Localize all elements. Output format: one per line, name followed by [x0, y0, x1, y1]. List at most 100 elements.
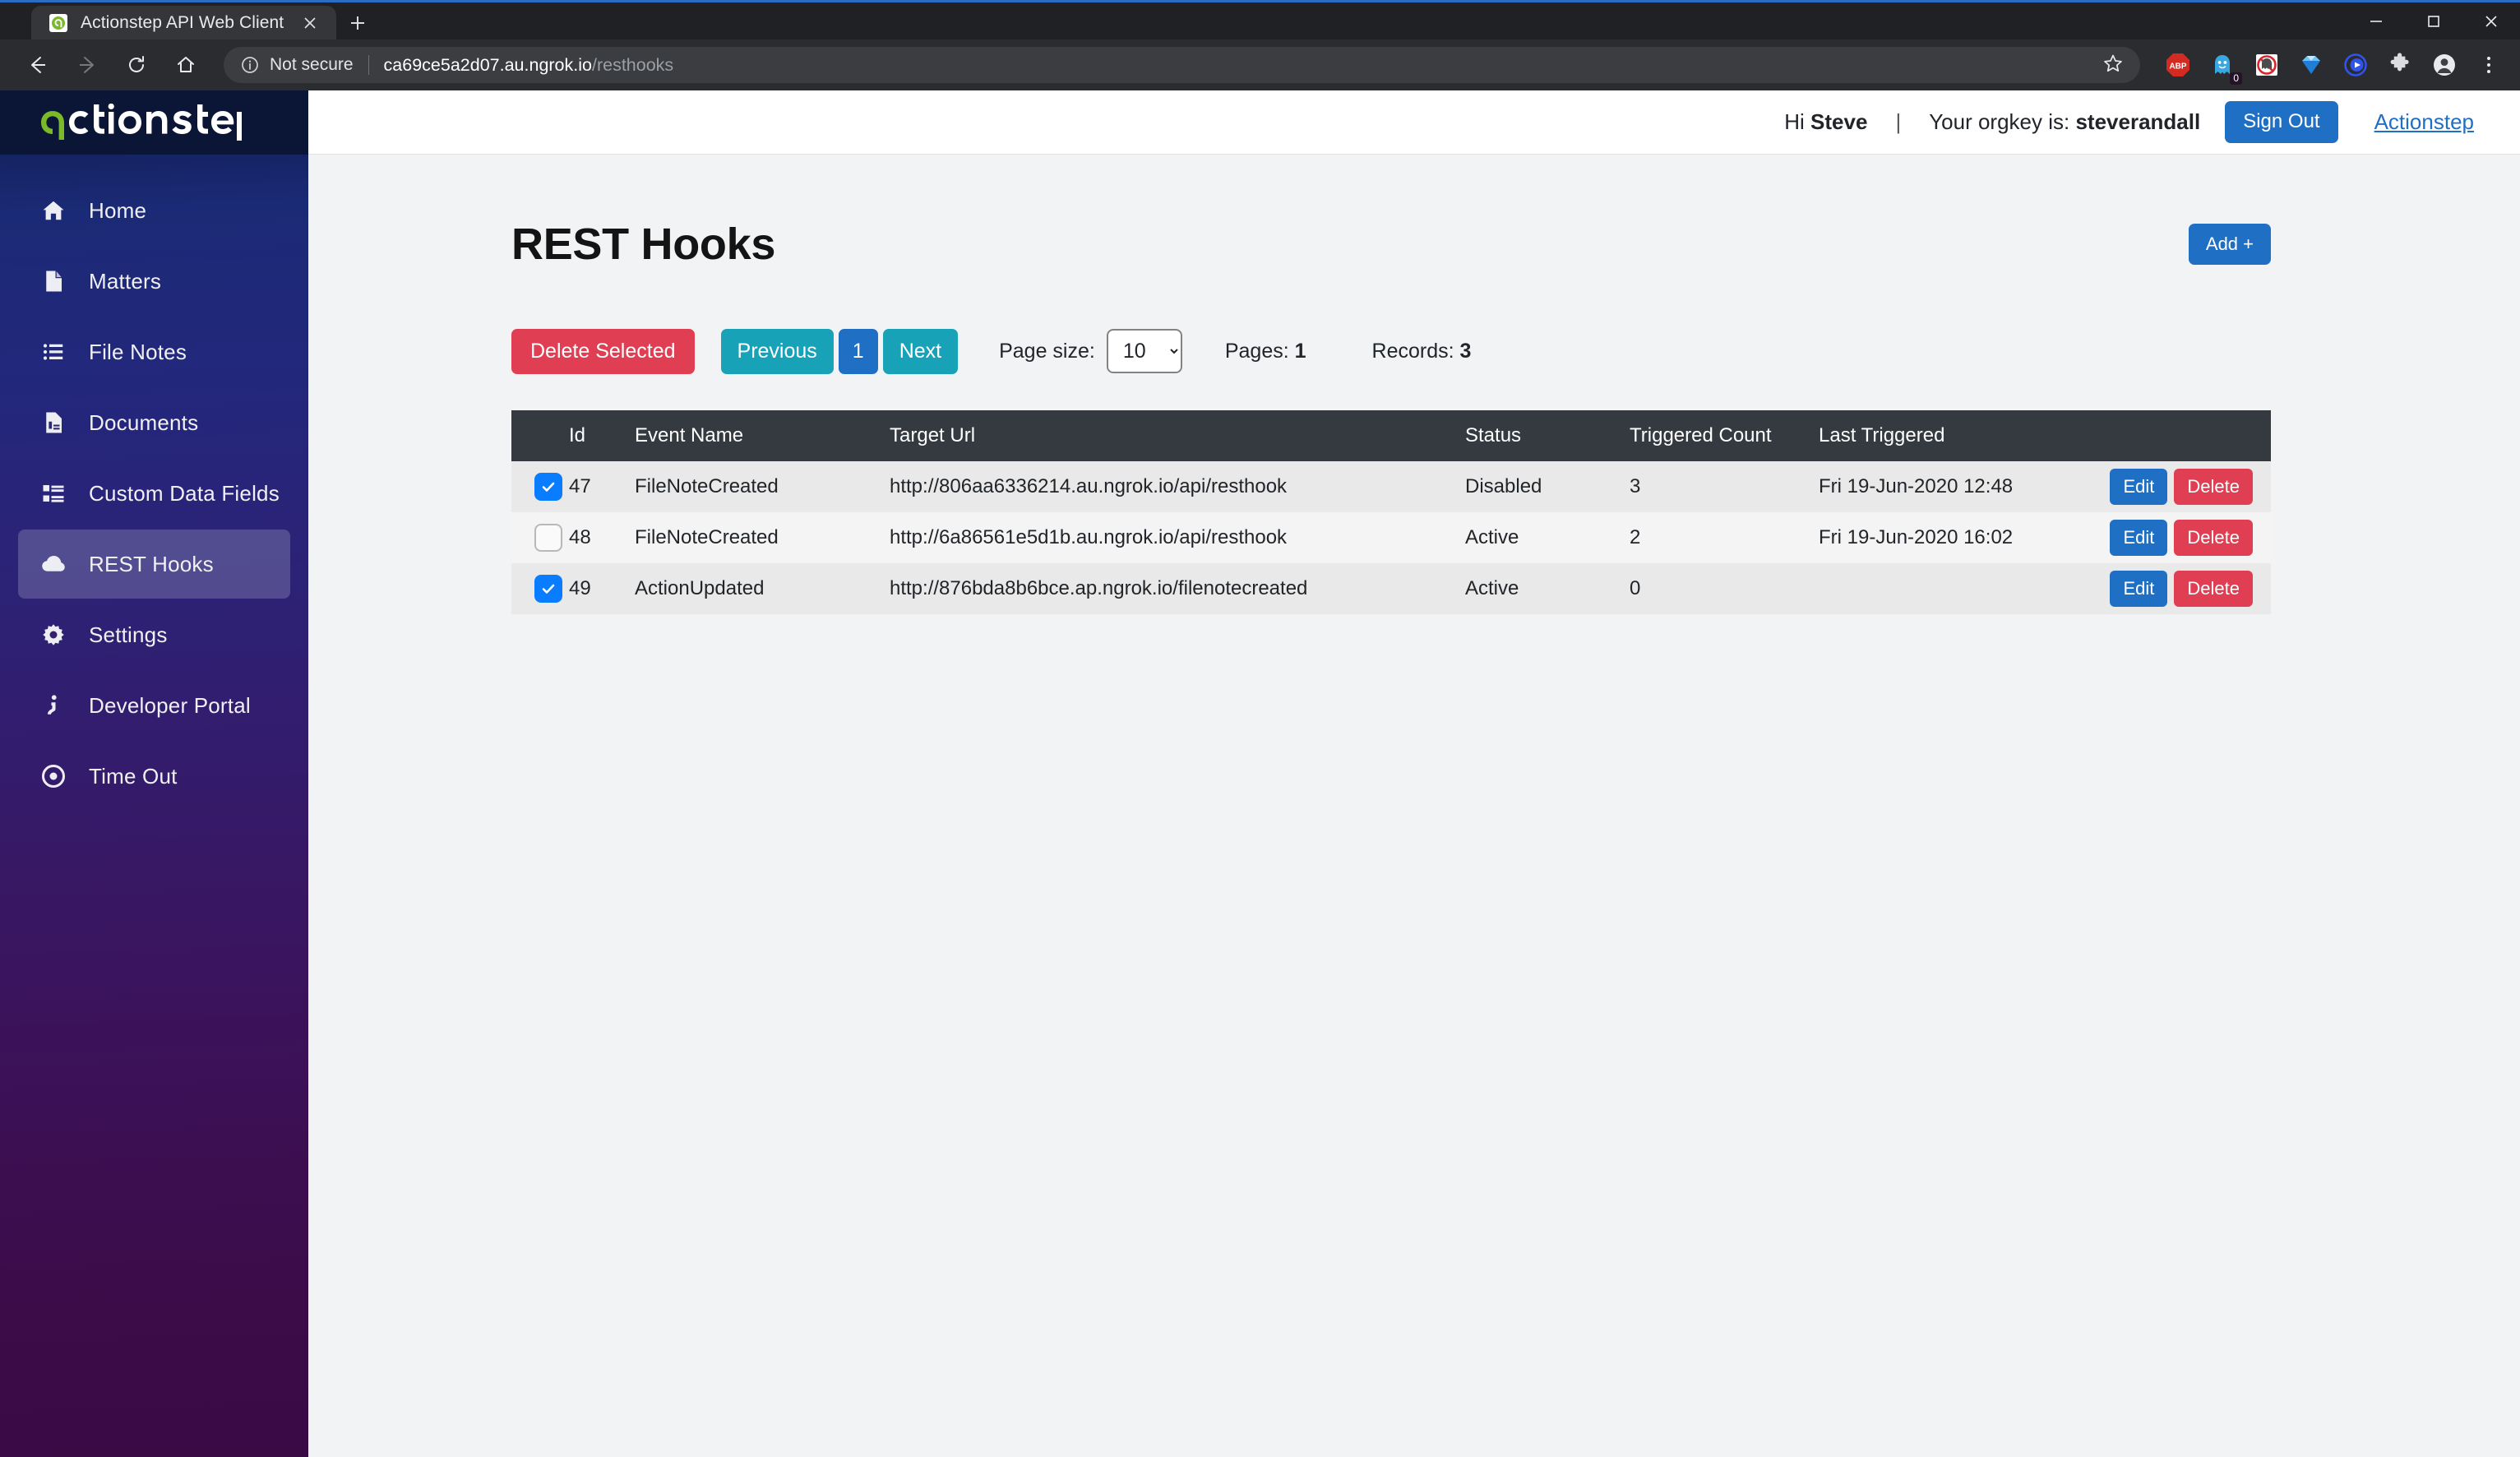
table-head: Id Event Name Target Url Status Triggere… [511, 409, 2271, 461]
close-window-button[interactable] [2462, 2, 2520, 39]
pages-value: 1 [1294, 339, 1306, 363]
security-status-label: Not secure [270, 55, 354, 74]
profile-avatar-icon[interactable] [2428, 49, 2461, 81]
info-circle-icon[interactable] [240, 55, 260, 75]
sidebar-item-matters[interactable]: Matters [18, 247, 290, 316]
window-controls [2347, 2, 2520, 39]
records-count: Records: 3 [1372, 340, 1472, 363]
add-button[interactable]: Add + [2188, 223, 2271, 266]
new-tab-button[interactable] [336, 6, 379, 39]
browser-tab[interactable]: Actionstep API Web Client [31, 6, 337, 39]
row-select-cell [511, 512, 569, 563]
minimize-button[interactable] [2347, 2, 2405, 39]
cell-triggered-count: 0 [1630, 576, 1641, 599]
list-icon [39, 338, 67, 366]
previous-page-button[interactable]: Previous [720, 329, 834, 374]
cell-status: Active [1465, 525, 1519, 548]
app-header: Hi Steve | Your orgkey is: steverandall … [308, 90, 2520, 155]
page-size-label: Page size: [999, 339, 1095, 363]
close-tab-icon[interactable] [297, 10, 323, 36]
sidebar-item-time-out[interactable]: Time Out [18, 742, 290, 811]
actionstep-logo [36, 104, 242, 141]
sidebar-item-settings[interactable]: Settings [18, 600, 290, 669]
sidebar-nav: Home Matters File Notes Documents Custom… [0, 155, 308, 811]
main-column: Hi Steve | Your orgkey is: steverandall … [308, 90, 2520, 1457]
actionstep-link[interactable]: Actionstep [2374, 109, 2474, 135]
sidebar-item-developer-portal[interactable]: Developer Portal [18, 671, 290, 740]
sidebar-item-custom-data-fields[interactable]: Custom Data Fields [18, 459, 290, 528]
sidebar-item-documents[interactable]: Documents [18, 388, 290, 457]
row-checkbox[interactable] [534, 574, 562, 603]
sidebar-item-file-notes[interactable]: File Notes [18, 317, 290, 386]
address-bar[interactable]: Not secure ca69ce5a2d07.au.ngrok.io/rest… [224, 47, 2140, 83]
page-title-row: REST Hooks Add + [511, 155, 2271, 270]
browser-titlebar: Actionstep API Web Client [0, 0, 2520, 39]
row-checkbox[interactable] [534, 472, 562, 501]
pages-count: Pages: 1 [1225, 340, 1306, 363]
edit-button[interactable]: Edit [2110, 468, 2168, 505]
home-icon[interactable] [163, 42, 209, 88]
table-row: 48 FileNoteCreated http://6a86561e5d1b.a… [511, 511, 2271, 563]
cell-last-triggered: Fri 19-Jun-2020 16:02 [1819, 525, 2014, 548]
sidebar-item-rest-hooks[interactable]: REST Hooks [18, 530, 290, 599]
row-select-cell [511, 563, 569, 614]
ghostery-icon[interactable]: 0 [2206, 49, 2242, 85]
sidebar-item-label: REST Hooks [89, 551, 214, 576]
rest-hooks-table: Id Event Name Target Url Status Triggere… [511, 409, 2271, 614]
cell-triggered-count: 3 [1630, 474, 1641, 497]
cell-triggered-count: 2 [1630, 525, 1641, 548]
app-logo[interactable] [0, 90, 308, 155]
delete-button[interactable]: Delete [2174, 570, 2253, 607]
sidebar-item-label: Settings [89, 622, 168, 647]
table-row: 47 FileNoteCreated http://806aa6336214.a… [511, 460, 2271, 512]
cell-actions: Edit Delete [2098, 461, 2271, 512]
sign-out-button[interactable]: Sign Out [2225, 101, 2338, 143]
reload-icon[interactable] [113, 42, 160, 88]
edit-button[interactable]: Edit [2110, 519, 2168, 556]
delete-button[interactable]: Delete [2174, 519, 2253, 556]
row-checkbox[interactable] [534, 523, 562, 552]
next-page-button[interactable]: Next [882, 329, 959, 374]
orgkey: Your orgkey is: steverandall [1929, 109, 2200, 135]
page-content: REST Hooks Add + Delete Selected Previou… [308, 155, 2520, 1457]
chrome-menu-icon[interactable] [2472, 49, 2505, 81]
cell-target-url: http://876bda8b6bce.ap.ngrok.io/filenote… [890, 576, 1308, 599]
orgkey-prefix: Your orgkey is: [1929, 109, 2076, 134]
page-size-select[interactable]: 10 [1106, 329, 1182, 374]
forward-arrow-icon[interactable] [64, 42, 110, 88]
greeting: Hi Steve [1784, 109, 1867, 135]
delete-selected-button[interactable]: Delete Selected [511, 329, 695, 374]
cell-actions: Edit Delete [2098, 512, 2271, 563]
sidebar-item-label: Custom Data Fields [89, 480, 280, 506]
table-toolbar: Delete Selected Previous 1 Next Page siz… [511, 329, 2271, 374]
page-viewport: Home Matters File Notes Documents Custom… [0, 90, 2520, 1457]
ghostery-blocker-icon[interactable] [2250, 49, 2283, 81]
extensions-puzzle-icon[interactable] [2384, 49, 2416, 81]
maximize-button[interactable] [2405, 2, 2462, 39]
tab-strip: Actionstep API Web Client [0, 2, 379, 39]
gear-icon [39, 621, 67, 649]
diamond-extension-icon[interactable] [2295, 49, 2328, 81]
extension-icons: ABP 0 [2155, 49, 2505, 85]
bookmark-star-icon[interactable] [2089, 53, 2124, 78]
pagination-controls: Previous 1 Next [720, 329, 959, 374]
sidebar-item-label: Developer Portal [89, 692, 251, 718]
user-name: Steve [1810, 109, 1868, 134]
document-icon [39, 409, 67, 437]
edit-button[interactable]: Edit [2110, 570, 2168, 607]
sidebar-item-home[interactable]: Home [18, 176, 290, 245]
sidebar-item-label: Matters [89, 268, 162, 294]
cell-id: 49 [569, 576, 591, 599]
cell-last-triggered [1819, 563, 2098, 614]
loom-recorder-icon[interactable] [2339, 49, 2372, 81]
greeting-prefix: Hi [1784, 109, 1811, 134]
cloud-icon [39, 550, 67, 578]
table-header-row: Id Event Name Target Url Status Triggere… [511, 409, 2271, 461]
back-arrow-icon[interactable] [15, 42, 61, 88]
adblock-plus-icon[interactable]: ABP [2162, 49, 2194, 81]
page-icon [39, 267, 67, 295]
sidebar-item-label: File Notes [89, 339, 187, 364]
delete-button[interactable]: Delete [2174, 468, 2253, 505]
page-number-button[interactable]: 1 [838, 329, 878, 374]
row-select-cell [511, 461, 569, 512]
